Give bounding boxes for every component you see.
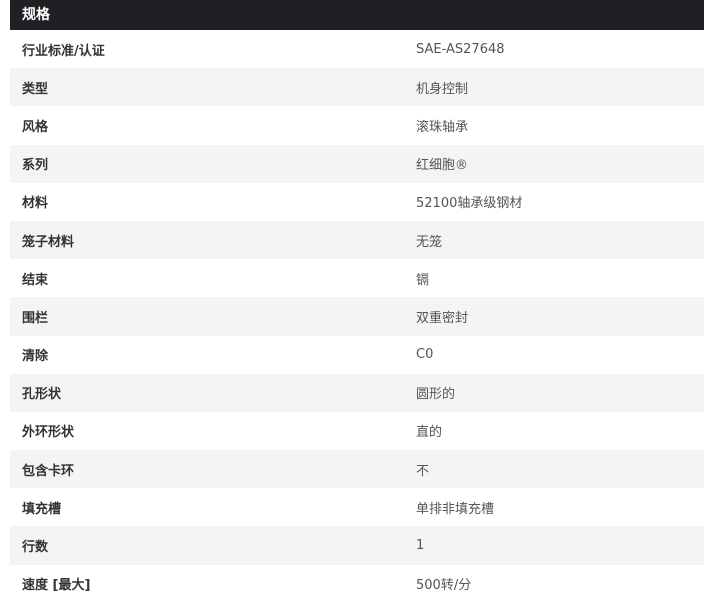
spec-label: 包含卡环 xyxy=(22,463,75,479)
spec-value: 单排非填充槽 xyxy=(416,501,495,517)
spec-value: 52100轴承级钢材 xyxy=(416,196,523,212)
spec-row: 填充槽 单排非填充槽 xyxy=(10,488,704,527)
spec-header-title: 规格 xyxy=(22,7,50,23)
spec-value: SAE-AS27648 xyxy=(416,41,505,57)
spec-value: 滚珠轴承 xyxy=(416,119,469,135)
spec-label: 外环形状 xyxy=(22,425,75,441)
spec-label: 笼子材料 xyxy=(22,234,75,250)
spec-value: 圆形的 xyxy=(416,387,456,403)
spec-row: 材料 52100轴承级钢材 xyxy=(10,182,704,221)
spec-table: 行业标准/认证 SAE-AS27648 类型 机身控制 风格 滚珠轴承 系列 红… xyxy=(10,30,704,600)
spec-label: 行业标准/认证 xyxy=(22,43,105,59)
spec-value: 机身控制 xyxy=(416,81,469,97)
spec-page: 规格 行业标准/认证 SAE-AS27648 类型 机身控制 风格 滚珠轴承 系… xyxy=(0,0,704,600)
spec-value: 不 xyxy=(416,463,430,479)
spec-value: 500转/分 xyxy=(416,578,472,594)
spec-row: 笼子材料 无笼 xyxy=(10,220,704,260)
spec-row: 风格 滚珠轴承 xyxy=(10,106,704,145)
spec-value: 红细胞® xyxy=(416,158,469,174)
spec-row: 行业标准/认证 SAE-AS27648 xyxy=(10,30,704,69)
spec-label: 填充槽 xyxy=(22,501,62,517)
spec-row: 结束 镉 xyxy=(10,259,704,298)
spec-row: 孔形状 圆形的 xyxy=(10,373,704,412)
spec-label: 孔形状 xyxy=(22,387,62,403)
spec-value: 无笼 xyxy=(416,234,443,250)
spec-label: 风格 xyxy=(22,119,49,135)
spec-row: 外环形状 直的 xyxy=(10,411,704,451)
spec-label: 清除 xyxy=(22,349,49,365)
spec-panel: 规格 行业标准/认证 SAE-AS27648 类型 机身控制 风格 滚珠轴承 系… xyxy=(10,0,704,600)
spec-label: 行数 xyxy=(22,540,49,556)
spec-label: 材料 xyxy=(22,196,49,212)
spec-row: 包含卡环 不 xyxy=(10,450,704,489)
spec-label: 速度 [最大] xyxy=(22,578,91,594)
left-gutter xyxy=(0,0,10,600)
spec-row: 清除 C0 xyxy=(10,335,704,374)
spec-label: 类型 xyxy=(22,81,49,97)
spec-value: 直的 xyxy=(416,425,443,441)
spec-value: C0 xyxy=(416,347,434,363)
spec-value: 1 xyxy=(416,538,425,554)
spec-row: 速度 [最大] 500转/分 xyxy=(10,564,704,600)
spec-label: 结束 xyxy=(22,272,49,288)
spec-value: 镉 xyxy=(416,272,430,288)
spec-row: 类型 机身控制 xyxy=(10,68,704,107)
spec-label: 系列 xyxy=(22,158,49,174)
spec-row: 行数 1 xyxy=(10,526,704,565)
spec-header: 规格 xyxy=(10,0,704,30)
spec-row: 系列 红细胞® xyxy=(10,144,704,183)
spec-row: 围栏 双重密封 xyxy=(10,297,704,336)
spec-value: 双重密封 xyxy=(416,310,469,326)
spec-label: 围栏 xyxy=(22,310,49,326)
